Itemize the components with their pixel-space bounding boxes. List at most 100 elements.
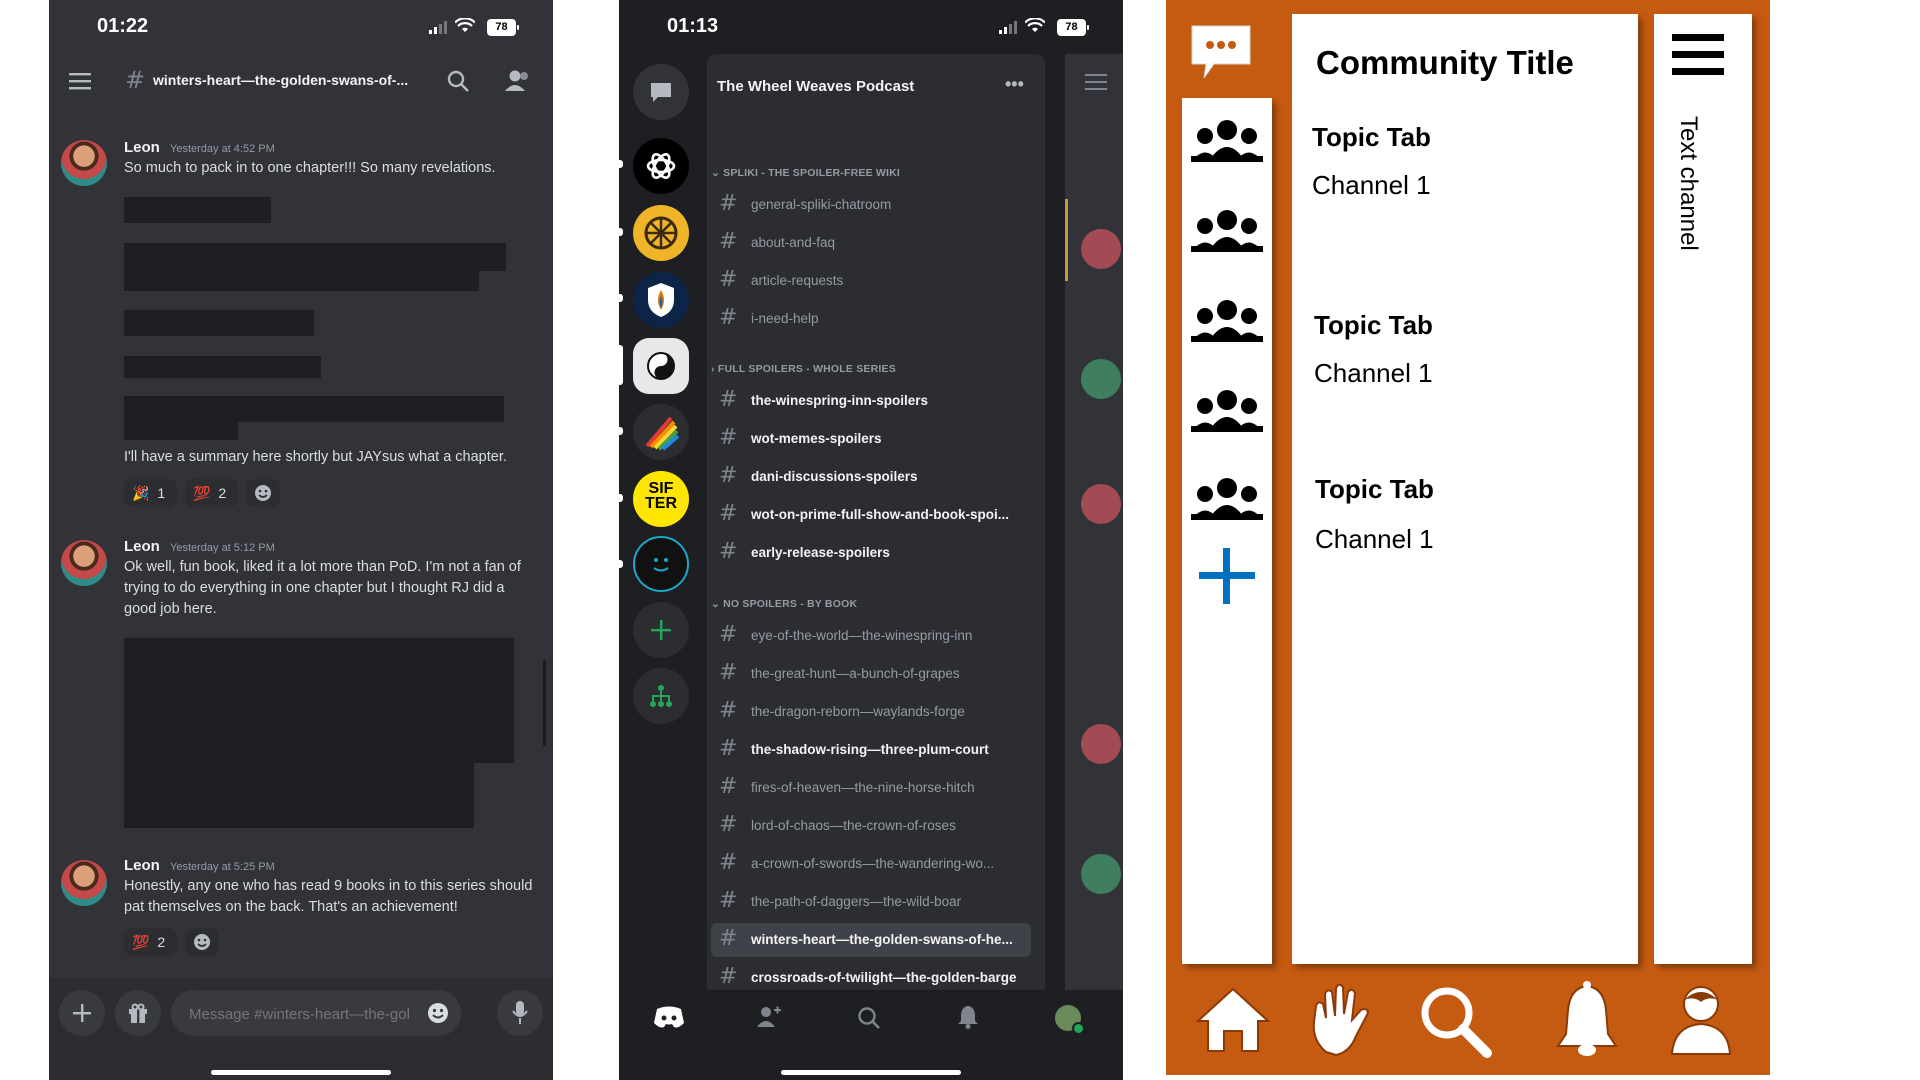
channel-item-selected[interactable]: # winters-heart—the-golden-swans-of-he... [711, 923, 1031, 957]
home-icon[interactable] [1194, 985, 1272, 1055]
spoiler-block[interactable] [124, 310, 314, 336]
search-icon[interactable] [1419, 985, 1493, 1059]
reaction-chip[interactable]: 🎉 1 [124, 479, 177, 507]
channel-item[interactable]: # the-winespring-inn-spoilers [711, 384, 1031, 418]
scrollbar[interactable] [543, 660, 546, 746]
server-icon-smiley[interactable] [633, 536, 689, 592]
group-icon[interactable] [1189, 474, 1265, 528]
add-emoji-icon [255, 485, 271, 501]
spoiler-block[interactable] [124, 197, 271, 223]
reaction-count: 1 [157, 485, 166, 501]
unread-indicator [619, 294, 623, 302]
channel-item[interactable]: # the-path-of-daggers—the-wild-boar [711, 885, 1031, 919]
reaction-chip[interactable]: 💯 2 [124, 928, 177, 956]
spoiler-block[interactable] [124, 270, 479, 291]
topic-tab[interactable]: Topic Tab [1314, 310, 1433, 341]
bell-icon[interactable] [1554, 980, 1620, 1060]
channel-link[interactable]: Channel 1 [1314, 358, 1433, 389]
server-icon-prism[interactable] [633, 404, 689, 460]
message-author[interactable]: Leon [124, 538, 160, 555]
wave-hand-icon[interactable] [1306, 982, 1376, 1060]
avatar[interactable] [61, 860, 107, 906]
add-attachment-button[interactable] [59, 990, 105, 1036]
topic-tab[interactable]: Topic Tab [1312, 122, 1431, 153]
search-icon[interactable] [447, 70, 469, 92]
topic-tab[interactable]: Topic Tab [1315, 474, 1434, 505]
message-author[interactable]: Leon [124, 139, 160, 156]
channel-item[interactable]: # eye-of-the-world—the-winespring-inn [711, 619, 1031, 653]
hash-icon: # [719, 698, 738, 723]
hamburger-icon[interactable] [1672, 34, 1724, 76]
hamburger-icon[interactable] [69, 72, 91, 90]
channel-item[interactable]: # a-crown-of-swords—the-wandering-wo... [711, 847, 1031, 881]
chat-preview-strip[interactable] [1065, 54, 1123, 994]
reaction-chip[interactable]: 💯 2 [185, 479, 238, 507]
channel-item[interactable]: # fires-of-heaven—the-nine-horse-hitch [711, 771, 1031, 805]
category-header[interactable]: › FULL SPOILERS - WHOLE SERIES [711, 363, 896, 375]
avatar[interactable] [61, 540, 107, 586]
group-icon[interactable] [1189, 116, 1265, 170]
plus-icon [73, 1004, 91, 1022]
add-reaction-button[interactable] [246, 479, 280, 507]
avatar[interactable] [61, 140, 107, 186]
channel-item[interactable]: # dani-discussions-spoilers [711, 460, 1031, 494]
channel-item[interactable]: # wot-on-prime-full-show-and-book-spoi... [711, 498, 1031, 532]
discord-home-icon[interactable] [653, 1005, 685, 1029]
category-header[interactable]: ⌄ SPLIKI - THE SPOILER-FREE WIKI [711, 167, 900, 179]
server-icon-openai[interactable] [633, 138, 689, 194]
channel-item[interactable]: # general-spliki-chatroom [711, 188, 1031, 222]
profile-avatar[interactable] [1055, 1005, 1085, 1035]
reaction-count: 2 [157, 934, 166, 950]
category-header[interactable]: ⌄ NO SPOILERS - BY BOOK [711, 598, 857, 610]
gift-button[interactable] [115, 990, 161, 1036]
spoiler-block[interactable] [124, 243, 506, 271]
spoiler-block[interactable] [124, 760, 474, 828]
channel-item[interactable]: # the-great-hunt—a-bunch-of-grapes [711, 657, 1031, 691]
explore-servers-button[interactable] [633, 668, 689, 724]
voice-message-button[interactable] [497, 990, 543, 1036]
add-server-button[interactable] [633, 602, 689, 658]
hash-icon: # [719, 191, 738, 216]
spoiler-block[interactable] [124, 356, 321, 378]
messages-icon[interactable] [1188, 24, 1254, 80]
server-icon-wheel-weaves[interactable] [633, 338, 689, 394]
members-icon[interactable] [504, 69, 530, 93]
friends-icon[interactable] [757, 1006, 783, 1028]
channel-item[interactable]: # early-release-spoilers [711, 536, 1031, 570]
avatar [1081, 229, 1121, 269]
channel-link[interactable]: Channel 1 [1312, 170, 1431, 201]
group-icon[interactable] [1189, 296, 1265, 350]
notifications-icon[interactable] [957, 1005, 979, 1029]
channel-item[interactable]: # the-dragon-reborn—waylands-forge [711, 695, 1031, 729]
channel-link[interactable]: Channel 1 [1315, 524, 1434, 555]
status-bar: 01:22 78 [49, 0, 553, 56]
add-reaction-button[interactable] [185, 928, 219, 956]
channel-item[interactable]: # article-requests [711, 264, 1031, 298]
channel-item[interactable]: # wot-memes-spoilers [711, 422, 1031, 456]
add-community-icon[interactable] [1197, 546, 1257, 606]
message-input[interactable] [187, 1002, 411, 1026]
wifi-icon [455, 18, 475, 32]
more-options-icon[interactable]: ••• [1005, 74, 1024, 95]
group-icon[interactable] [1189, 386, 1265, 440]
channel-item[interactable]: # about-and-faq [711, 226, 1031, 260]
emoji-icon[interactable] [427, 1002, 449, 1024]
message-author[interactable]: Leon [124, 857, 160, 874]
message-text: Honestly, any one who has read 9 books i… [124, 878, 533, 915]
channel-item[interactable]: # i-need-help [711, 302, 1031, 336]
spoiler-block[interactable] [124, 638, 514, 763]
avatar [1081, 359, 1121, 399]
group-icon[interactable] [1189, 206, 1265, 260]
direct-messages-button[interactable] [633, 64, 689, 120]
channel-item[interactable]: # lord-of-chaos—the-crown-of-roses [711, 809, 1031, 843]
spoiler-block[interactable] [124, 420, 238, 440]
server-icon-shield[interactable] [633, 272, 689, 328]
openai-logo-icon [646, 153, 676, 179]
search-icon[interactable] [857, 1006, 881, 1030]
user-profile-icon[interactable] [1668, 982, 1734, 1058]
spoiler-block[interactable] [124, 396, 504, 422]
server-icon-sifter[interactable]: SIF TER [633, 471, 689, 527]
server-name[interactable]: The Wheel Weaves Podcast [717, 78, 914, 95]
channel-item[interactable]: # the-shadow-rising—three-plum-court [711, 733, 1031, 767]
server-icon-wheel[interactable] [633, 205, 689, 261]
